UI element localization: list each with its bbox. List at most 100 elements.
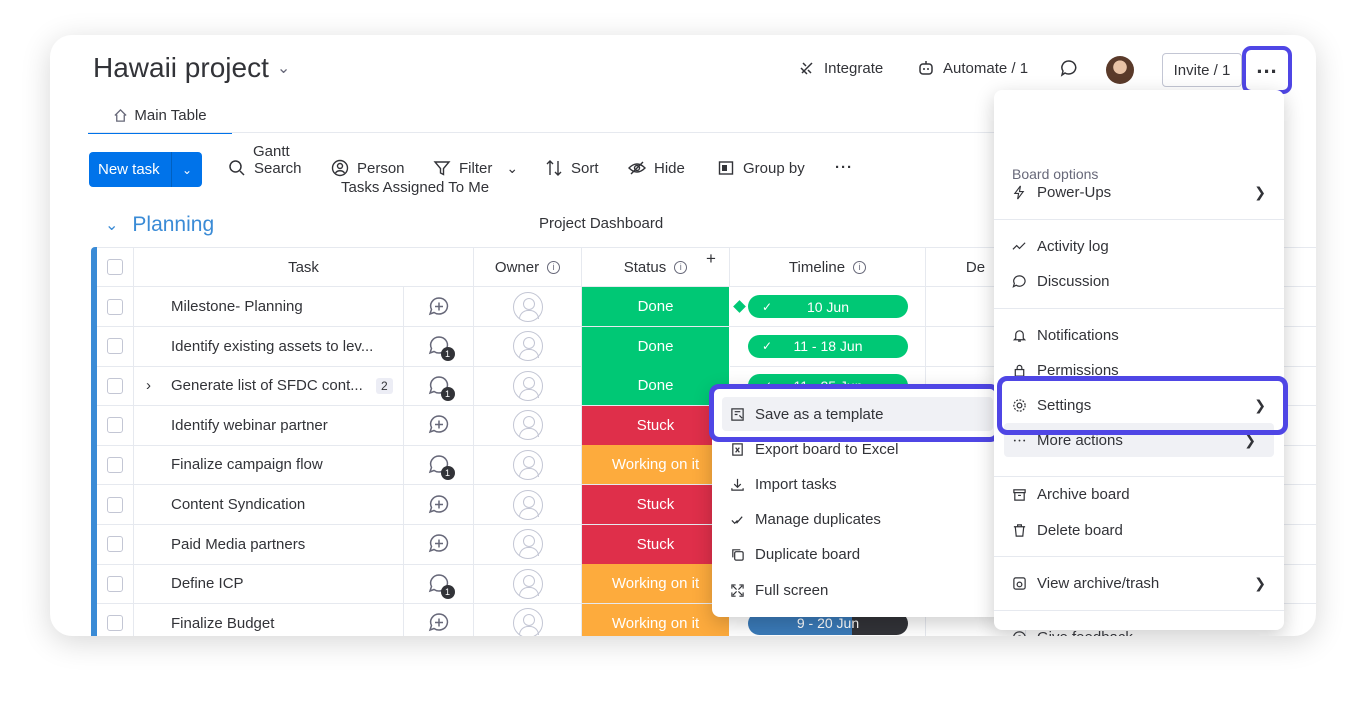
status-cell[interactable]: Done: [582, 366, 730, 406]
status-cell[interactable]: Stuck: [582, 524, 730, 564]
updates-button[interactable]: [1060, 59, 1078, 77]
task-name-cell[interactable]: Content Syndication: [134, 485, 404, 524]
timeline-bar[interactable]: ✓ 11 - 18 Jun: [748, 334, 908, 358]
status-cell[interactable]: Working on it: [582, 564, 730, 604]
search-button[interactable]: Search: [228, 159, 302, 177]
updates-cell[interactable]: [404, 405, 474, 445]
owner-cell[interactable]: [474, 445, 582, 485]
filter-button[interactable]: Filter ⌄: [433, 159, 518, 177]
row-checkbox[interactable]: [107, 298, 123, 315]
row-checkbox[interactable]: [107, 456, 123, 473]
row-checkbox[interactable]: [107, 338, 123, 355]
avatar[interactable]: [1106, 56, 1134, 84]
menu-item-activity-log[interactable]: Activity log: [994, 229, 1284, 263]
owner-cell[interactable]: [474, 287, 582, 326]
new-task-button[interactable]: New task ⌄: [89, 152, 202, 187]
subitems-count-badge[interactable]: 2: [376, 377, 393, 394]
toolbar-more-button[interactable]: ···: [835, 159, 853, 176]
row-checkbox[interactable]: [107, 575, 123, 592]
status-cell[interactable]: Working on it: [582, 445, 730, 485]
updates-cell[interactable]: [404, 287, 474, 326]
task-name-cell[interactable]: Identify existing assets to lev...: [134, 326, 404, 366]
timeline-cell[interactable]: ✓ 10 Jun: [730, 287, 926, 326]
status-cell[interactable]: Stuck: [582, 405, 730, 445]
updates-cell[interactable]: 1: [404, 366, 474, 406]
info-icon[interactable]: i: [674, 260, 688, 274]
column-header-timeline[interactable]: Timeline i: [730, 248, 926, 286]
group-by-button[interactable]: Group by: [717, 159, 805, 177]
add-update-icon[interactable]: 1: [428, 454, 455, 480]
status-cell[interactable]: Working on it: [582, 603, 730, 636]
add-update-icon[interactable]: [428, 494, 450, 516]
task-name-cell[interactable]: Finalize campaign flow: [134, 445, 404, 485]
automate-button[interactable]: Automate / 1: [917, 59, 1028, 77]
menu-item-delete-board[interactable]: Delete board: [994, 513, 1284, 547]
task-name-cell[interactable]: Finalize Budget: [134, 603, 404, 636]
menu-item-notifications[interactable]: Notifications: [994, 318, 1284, 352]
add-update-icon[interactable]: [428, 296, 450, 318]
expand-chevron-icon[interactable]: ›: [146, 377, 151, 394]
board-title[interactable]: Hawaii project ⌄: [93, 52, 290, 84]
task-name-cell[interactable]: Milestone- Planning: [134, 287, 404, 326]
task-name-cell[interactable]: Paid Media partners: [134, 524, 404, 564]
tab-main-table[interactable]: Main Table: [88, 97, 232, 134]
integrate-button[interactable]: Integrate: [798, 59, 883, 77]
submenu-item-full-screen[interactable]: Full screen: [712, 573, 1003, 607]
row-checkbox[interactable]: [107, 615, 123, 632]
timeline-bar[interactable]: ✓ 10 Jun: [748, 295, 908, 318]
menu-item-give-feedback[interactable]: Give feedback: [994, 620, 1284, 636]
owner-cell[interactable]: [474, 405, 582, 445]
row-checkbox[interactable]: [107, 496, 123, 513]
select-all-checkbox[interactable]: [107, 259, 123, 275]
owner-cell[interactable]: [474, 485, 582, 524]
submenu-item-manage-duplicates[interactable]: Manage duplicates: [712, 503, 1003, 537]
group-header[interactable]: ⌄ Planning: [105, 213, 214, 237]
owner-cell[interactable]: [474, 524, 582, 564]
menu-item-archive-board[interactable]: Archive board: [994, 477, 1284, 511]
info-icon[interactable]: i: [547, 260, 561, 274]
chevron-down-icon[interactable]: ⌄: [277, 58, 290, 78]
column-header-task[interactable]: Task: [134, 248, 474, 286]
chevron-down-icon[interactable]: ⌄: [172, 163, 202, 177]
status-cell[interactable]: Done: [582, 326, 730, 366]
owner-cell[interactable]: [474, 366, 582, 406]
updates-cell[interactable]: [404, 603, 474, 636]
status-cell[interactable]: Done: [582, 287, 730, 326]
updates-cell[interactable]: 1: [404, 326, 474, 366]
status-cell[interactable]: Stuck: [582, 485, 730, 524]
submenu-item-import-tasks[interactable]: Import tasks: [712, 467, 1003, 501]
updates-cell[interactable]: 1: [404, 564, 474, 604]
task-name-cell[interactable]: Identify webinar partner: [134, 405, 404, 445]
board-options-button[interactable]: ...: [1242, 46, 1292, 94]
sort-button[interactable]: Sort: [545, 159, 599, 177]
owner-cell[interactable]: [474, 326, 582, 366]
menu-item-power-ups[interactable]: Power-Ups ❯: [994, 175, 1284, 209]
row-checkbox[interactable]: [107, 377, 123, 394]
menu-item-view-archive-trash[interactable]: View archive/trash ❯: [994, 566, 1284, 600]
add-update-icon[interactable]: 1: [428, 375, 455, 401]
task-name-cell[interactable]: Define ICP: [134, 564, 404, 604]
invite-button[interactable]: Invite / 1: [1162, 53, 1242, 87]
chevron-down-icon[interactable]: ⌄: [506, 160, 518, 177]
person-filter-button[interactable]: Person: [331, 159, 405, 177]
add-update-icon[interactable]: [428, 533, 450, 555]
updates-cell[interactable]: 1: [404, 445, 474, 485]
submenu-item-duplicate-board[interactable]: Duplicate board: [712, 538, 1003, 572]
owner-cell[interactable]: [474, 603, 582, 636]
add-update-icon[interactable]: [428, 414, 450, 436]
add-update-icon[interactable]: 1: [428, 335, 455, 362]
column-header-owner[interactable]: Owner i: [474, 248, 582, 286]
hide-button[interactable]: Hide: [628, 159, 685, 177]
column-header-status[interactable]: Status i: [582, 248, 730, 286]
add-update-icon[interactable]: 1: [428, 573, 455, 599]
updates-cell[interactable]: [404, 524, 474, 564]
updates-cell[interactable]: [404, 485, 474, 524]
chevron-down-icon[interactable]: ⌄: [105, 215, 118, 235]
owner-cell[interactable]: [474, 564, 582, 604]
task-name-cell[interactable]: › Generate list of SFDC cont... 2: [134, 366, 404, 406]
add-update-icon[interactable]: [428, 612, 450, 634]
timeline-cell[interactable]: ✓ 11 - 18 Jun: [730, 326, 926, 366]
row-checkbox[interactable]: [107, 536, 123, 553]
menu-item-discussion[interactable]: Discussion: [994, 264, 1284, 298]
info-icon[interactable]: i: [853, 260, 867, 274]
